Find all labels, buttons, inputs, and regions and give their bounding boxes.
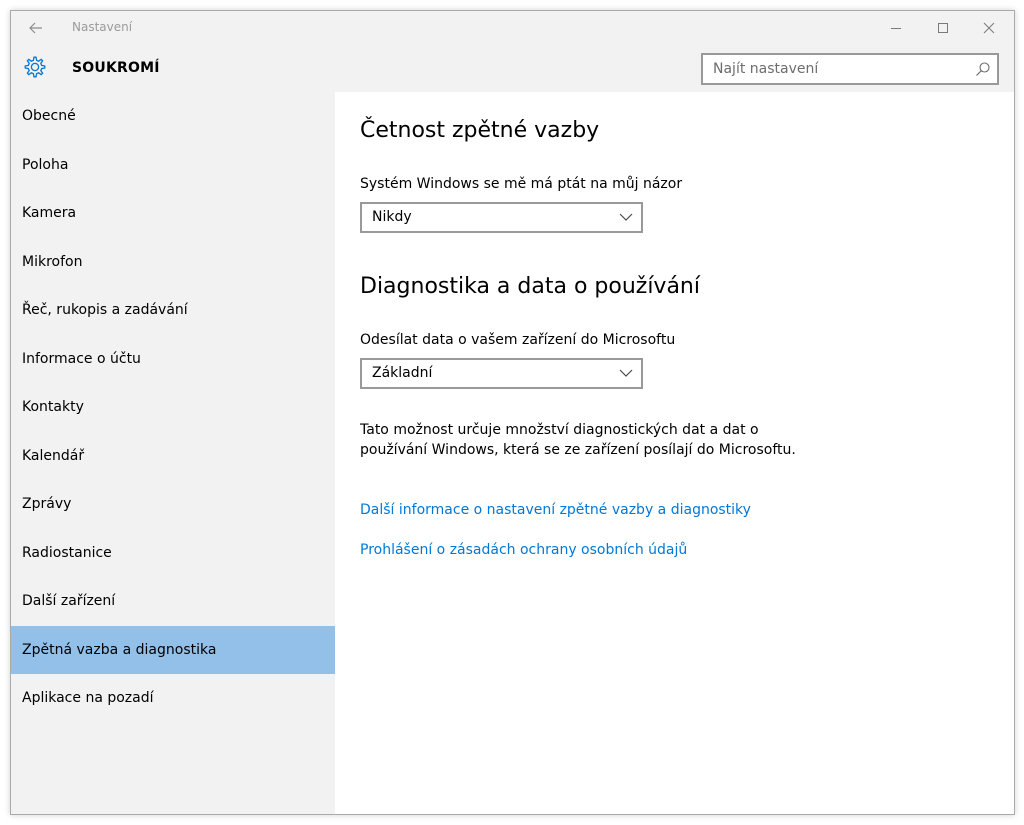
maximize-button[interactable] [928,16,958,40]
sidebar-item-account-info[interactable]: Informace o účtu [11,335,335,383]
search-input[interactable] [703,55,973,83]
diagnostics-heading: Diagnostika a data o používání [360,274,700,299]
main-content: Četnost zpětné vazby Systém Windows se m… [335,92,1014,814]
search-icon[interactable] [975,61,991,77]
sidebar-item-background-apps[interactable]: Aplikace na pozadí [11,674,335,722]
diagnostics-value: Základní [372,365,433,381]
sidebar-item-other-devices[interactable]: Další zařízení [11,577,335,625]
minimize-button[interactable] [881,16,911,40]
sidebar-item-mikrofon[interactable]: Mikrofon [11,238,335,286]
diagnostics-dropdown[interactable]: Základní [360,358,643,389]
diagnostics-description: Tato možnost určuje množství diagnostick… [360,422,796,458]
sidebar-item-speech-inking-typing[interactable]: Řeč, rukopis a zadávání [11,286,335,334]
back-button[interactable] [23,16,49,40]
sidebar-item-poloha[interactable]: Poloha [11,141,335,189]
chevron-down-icon [619,213,633,221]
sidebar: Obecné Poloha Kamera Mikrofon Řeč, rukop… [11,92,335,814]
search-box[interactable] [701,53,999,85]
sidebar-item-radios[interactable]: Radiostanice [11,529,335,577]
feedback-frequency-label: Systém Windows se mě má ptát na můj názo… [360,176,683,192]
header: SOUKROMÍ [11,45,1014,92]
diagnostics-label: Odesílat data o vašem zařízení do Micros… [360,332,676,348]
maximize-icon [938,23,948,33]
chevron-down-icon [619,369,633,377]
feedback-frequency-value: Nikdy [372,209,412,225]
close-button[interactable] [974,16,1004,40]
gear-icon [24,56,46,78]
feedback-diagnostics-info-link[interactable]: Další informace o nastavení zpětné vazby… [360,502,751,518]
sidebar-item-obecne[interactable]: Obecné [11,92,335,140]
sidebar-item-feedback-diagnostics[interactable]: Zpětná vazba a diagnostika [11,626,335,674]
title-bar: Nastavení [11,11,1014,45]
back-arrow-icon [29,22,42,34]
settings-window: Nastavení SOUKROMÍ Najít nastavení Obecn… [10,10,1015,815]
sidebar-item-calendar[interactable]: Kalendář [11,432,335,480]
sidebar-item-messaging[interactable]: Zprávy [11,480,335,528]
sidebar-item-kamera[interactable]: Kamera [11,189,335,237]
minimize-icon [891,28,901,29]
page-title: SOUKROMÍ [72,60,160,76]
app-title: Nastavení [72,20,133,34]
privacy-statement-link[interactable]: Prohlášení o zásadách ochrany osobních ú… [360,542,687,558]
feedback-frequency-heading: Četnost zpětné vazby [360,118,600,143]
feedback-frequency-dropdown[interactable]: Nikdy [360,202,643,233]
close-icon [983,22,995,34]
sidebar-item-contacts[interactable]: Kontakty [11,383,335,431]
